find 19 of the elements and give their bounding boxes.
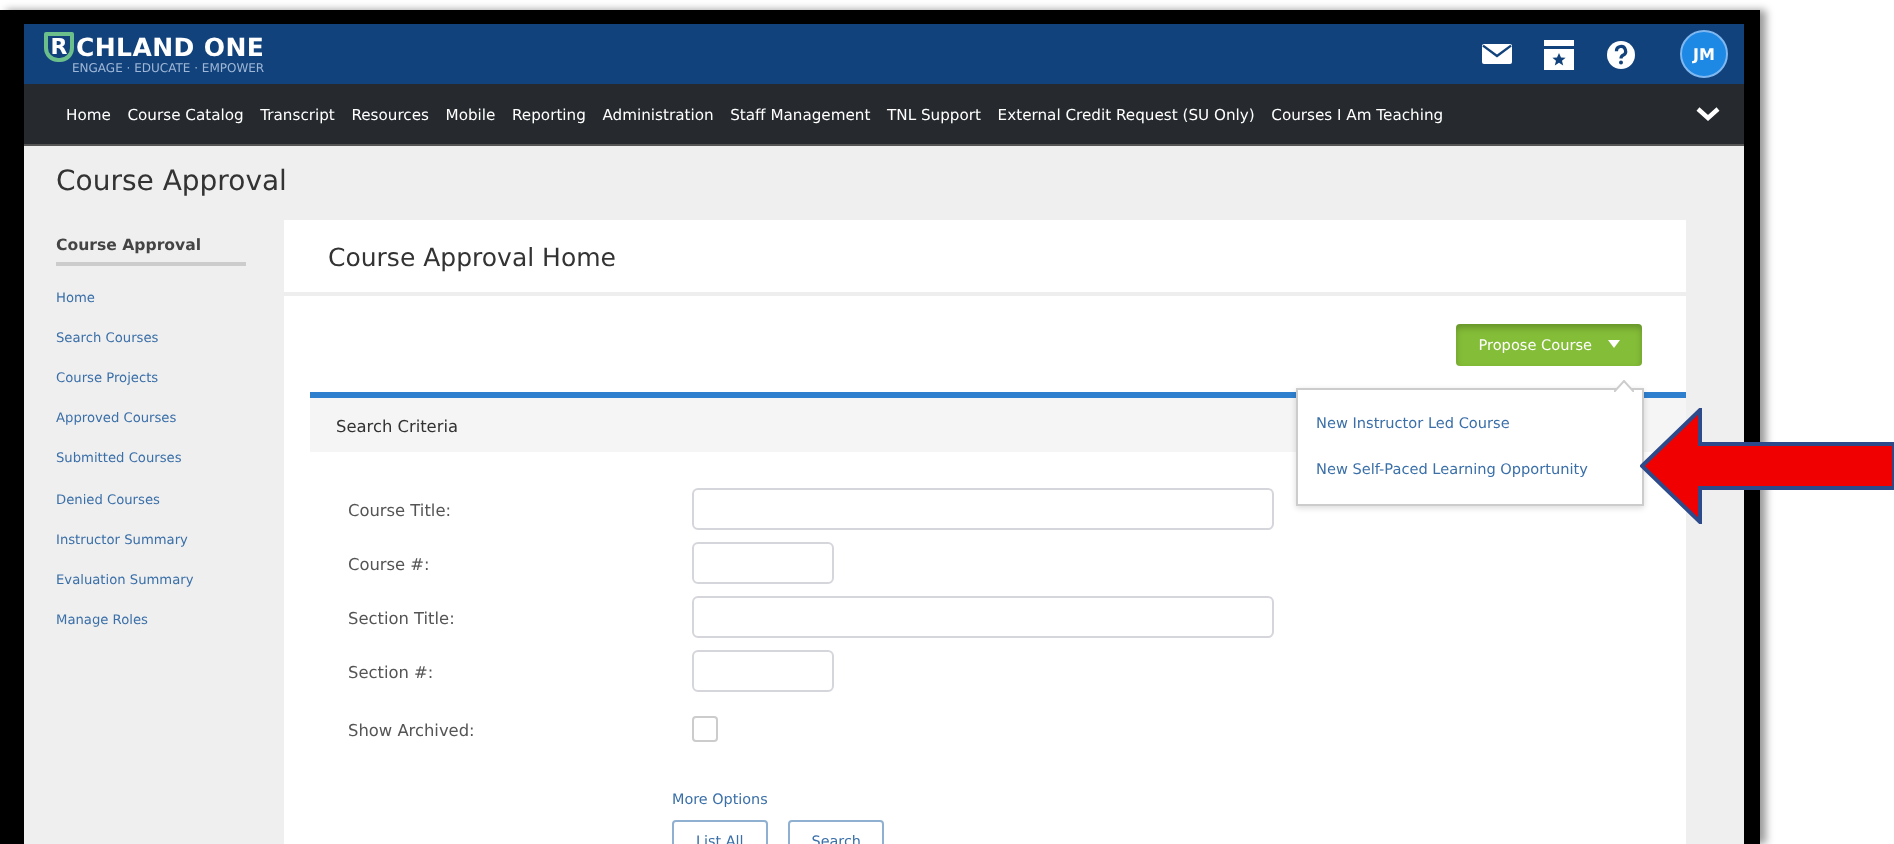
caret-icon bbox=[1608, 340, 1620, 348]
input-field[interactable] bbox=[692, 488, 1274, 530]
field-label: Section Title: bbox=[348, 607, 457, 627]
field-label: Course Title: bbox=[348, 499, 453, 519]
user-avatar[interactable]: JM bbox=[1680, 30, 1728, 78]
field-label: Course #: bbox=[348, 553, 432, 573]
mail-icon[interactable] bbox=[1482, 44, 1512, 64]
checkbox[interactable] bbox=[692, 716, 718, 742]
chevron-down-icon[interactable] bbox=[1696, 106, 1720, 122]
field-label: Section #: bbox=[348, 661, 436, 681]
input-field[interactable] bbox=[692, 650, 834, 692]
page-title: Course Approval bbox=[54, 164, 289, 202]
field-label: Show Archived: bbox=[348, 719, 477, 739]
input-field[interactable] bbox=[692, 542, 834, 584]
help-icon[interactable] bbox=[1606, 39, 1636, 69]
arrow-icon bbox=[1640, 408, 1894, 524]
calendar-icon[interactable] bbox=[1544, 39, 1574, 69]
panel-title: Course Approval Home bbox=[284, 220, 1686, 296]
input-field[interactable] bbox=[692, 596, 1274, 638]
